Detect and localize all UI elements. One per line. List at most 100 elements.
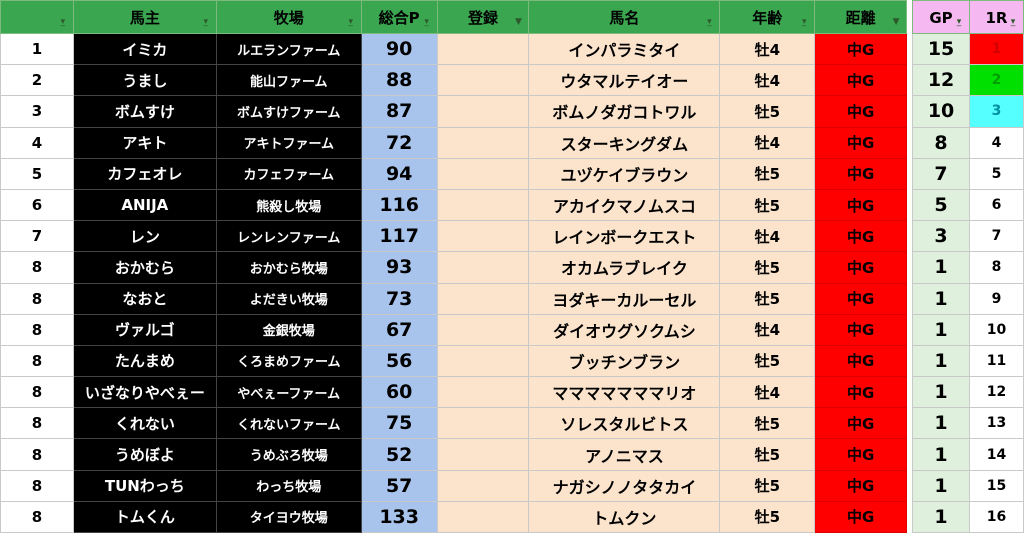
age-cell[interactable]: 牡5 [719,188,816,222]
gp-cell[interactable]: 1 [912,469,970,502]
race1-cell[interactable]: 14 [969,438,1024,471]
points-cell[interactable]: 52 [360,438,438,471]
distance-cell[interactable]: 中G [814,282,908,315]
farm-cell[interactable]: ルエランファーム [215,32,362,66]
register-cell[interactable] [436,64,530,97]
rank-cell[interactable]: 8 [0,313,74,346]
race1-cell[interactable]: 3 [969,95,1024,128]
farm-cell[interactable]: わっち牧場 [215,469,362,502]
race1-cell[interactable]: 2 [969,64,1024,97]
race1-cell[interactable]: 9 [969,282,1024,315]
owner-cell[interactable]: TUNわっち [72,469,217,502]
horse-name-cell[interactable]: ソレスタルビトス [528,407,721,440]
farm-cell[interactable]: やべぇーファーム [215,376,362,409]
farm-cell[interactable]: くれないファーム [215,407,362,440]
owner-cell[interactable]: くれない [72,407,217,440]
owner-cell[interactable]: いざなりやべぇー [72,376,217,409]
horse-name-cell[interactable]: ダイオウグソクムシ [528,313,721,346]
owner-cell[interactable]: おかむら [72,251,217,284]
owner-cell[interactable]: イミカ [72,32,217,66]
rank-cell[interactable]: 8 [0,344,74,378]
register-cell[interactable] [436,282,530,315]
points-cell[interactable]: 56 [360,344,438,378]
age-cell[interactable]: 牡4 [719,64,816,97]
distance-cell[interactable]: 中G [814,64,908,97]
distance-cell[interactable]: 中G [814,32,908,66]
race1-cell[interactable]: 7 [969,220,1024,253]
horse-name-cell[interactable]: トムクン [528,500,721,534]
rank-cell[interactable]: 6 [0,188,74,222]
dropdown-filter-icon[interactable]: ▾̲ [200,17,212,27]
header-farm[interactable]: 牧場 ▾̲ [215,0,362,34]
age-cell[interactable]: 牡5 [719,95,816,128]
distance-cell[interactable]: 中G [814,376,908,409]
header-distance[interactable]: 距離 ▼ [814,0,908,34]
farm-cell[interactable]: カフェファーム [215,157,362,190]
points-cell[interactable]: 94 [360,157,438,190]
gp-cell[interactable]: 1 [912,376,970,409]
gp-cell[interactable]: 1 [912,313,970,346]
gp-cell[interactable]: 12 [912,64,970,97]
owner-cell[interactable]: なおと [72,282,217,315]
header-register[interactable]: 登録 ▼ [436,0,530,34]
gp-cell[interactable]: 15 [912,32,970,66]
distance-cell[interactable]: 中G [814,469,908,502]
dropdown-filter-icon[interactable]: ▾̲ [953,17,965,27]
farm-cell[interactable]: うめぶろ牧場 [215,438,362,471]
age-cell[interactable]: 牡4 [719,313,816,346]
points-cell[interactable]: 116 [360,188,438,222]
age-cell[interactable]: 牡5 [719,469,816,502]
age-cell[interactable]: 牡4 [719,32,816,66]
distance-cell[interactable]: 中G [814,220,908,253]
rank-cell[interactable]: 8 [0,376,74,409]
rank-cell[interactable]: 4 [0,126,74,159]
horse-name-cell[interactable]: ナガシノノタタカイ [528,469,721,502]
rank-cell[interactable]: 8 [0,282,74,315]
header-horse[interactable]: 馬名 ▾̲ [528,0,721,34]
dropdown-filter-icon[interactable]: ▾̲ [798,17,810,27]
farm-cell[interactable]: よだきい牧場 [215,282,362,315]
farm-cell[interactable]: ボムすけファーム [215,95,362,128]
rank-cell[interactable]: 8 [0,469,74,502]
header-age[interactable]: 年齢 ▾̲ [719,0,816,34]
header-1r[interactable]: 1R ▾̲ [969,0,1024,34]
age-cell[interactable]: 牡5 [719,438,816,471]
rank-cell[interactable]: 8 [0,407,74,440]
age-cell[interactable]: 牡5 [719,251,816,284]
points-cell[interactable]: 67 [360,313,438,346]
horse-name-cell[interactable]: マママママママリオ [528,376,721,409]
rank-cell[interactable]: 8 [0,500,74,534]
gp-cell[interactable]: 3 [912,220,970,253]
distance-cell[interactable]: 中G [814,407,908,440]
owner-cell[interactable]: たんまめ [72,344,217,378]
farm-cell[interactable]: 熊殺し牧場 [215,188,362,222]
race1-cell[interactable]: 11 [969,344,1024,378]
gp-cell[interactable]: 5 [912,188,970,222]
register-cell[interactable] [436,126,530,159]
header-rank[interactable]: ▾̲ [0,0,74,34]
race1-cell[interactable]: 15 [969,469,1024,502]
gp-cell[interactable]: 1 [912,500,970,534]
gp-cell[interactable]: 1 [912,344,970,378]
farm-cell[interactable]: 能山ファーム [215,64,362,97]
distance-cell[interactable]: 中G [814,500,908,534]
dropdown-filter-icon[interactable]: ▾̲ [345,17,357,27]
register-cell[interactable] [436,157,530,190]
points-cell[interactable]: 73 [360,282,438,315]
owner-cell[interactable]: アキト [72,126,217,159]
owner-cell[interactable]: ボムすけ [72,95,217,128]
dropdown-filter-icon[interactable]: ▾̲ [421,17,433,27]
points-cell[interactable]: 87 [360,95,438,128]
rank-cell[interactable]: 2 [0,64,74,97]
gp-cell[interactable]: 1 [912,282,970,315]
age-cell[interactable]: 牡5 [719,500,816,534]
gp-cell[interactable]: 1 [912,407,970,440]
points-cell[interactable]: 90 [360,32,438,66]
gp-cell[interactable]: 8 [912,126,970,159]
owner-cell[interactable]: ANIJA [72,188,217,222]
age-cell[interactable]: 牡5 [719,282,816,315]
age-cell[interactable]: 牡4 [719,376,816,409]
dropdown-filter-icon[interactable]: ▾̲ [1007,17,1019,27]
race1-cell[interactable]: 13 [969,407,1024,440]
points-cell[interactable]: 57 [360,469,438,502]
